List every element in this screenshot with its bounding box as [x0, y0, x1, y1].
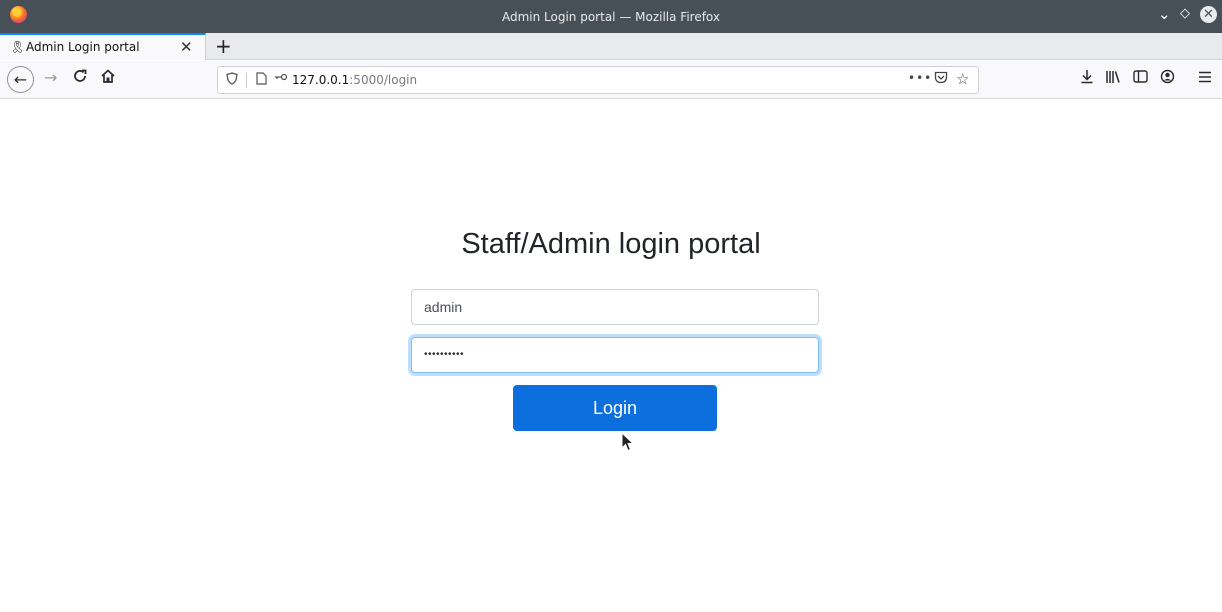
url-separator: [246, 73, 247, 88]
password-input[interactable]: ••••••••••: [411, 337, 819, 373]
menu-icon[interactable]: [1198, 69, 1212, 87]
url-text[interactable]: 127.0.0.1:5000/login: [292, 73, 417, 87]
sidebar-icon[interactable]: [1133, 69, 1148, 87]
new-tab-button[interactable]: +: [215, 36, 232, 56]
page-title: Staff/Admin login portal: [461, 228, 761, 260]
url-bar[interactable]: 127.0.0.1:5000/login ••• ☆: [217, 66, 979, 94]
shield-icon[interactable]: [226, 72, 238, 88]
library-icon[interactable]: [1105, 70, 1121, 88]
home-icon: [101, 69, 115, 83]
url-host: 127.0.0.1: [292, 73, 350, 87]
login-button[interactable]: Login: [513, 385, 717, 431]
page-actions-icon[interactable]: •••: [908, 71, 932, 85]
home-button[interactable]: [100, 68, 116, 88]
navigation-toolbar: ← → 127.0.0.1:5000/login ••• ☆: [0, 61, 1222, 99]
account-icon[interactable]: [1160, 69, 1175, 88]
forward-button[interactable]: →: [44, 68, 57, 87]
back-button[interactable]: ←: [7, 66, 34, 93]
maximize-icon[interactable]: ◇: [1180, 6, 1190, 22]
pocket-icon[interactable]: [934, 71, 948, 88]
username-input[interactable]: admin: [411, 289, 819, 325]
tab-close-icon[interactable]: ✕: [180, 38, 193, 56]
cursor-icon: [621, 432, 635, 452]
download-icon[interactable]: [1080, 69, 1094, 88]
window-title: Admin Login portal — Mozilla Firefox: [501, 10, 721, 24]
url-path: :5000/login: [349, 73, 418, 87]
tab-admin-login[interactable]: 🎗 Admin Login portal ✕: [0, 33, 206, 60]
star-icon[interactable]: ☆: [956, 70, 969, 88]
window-titlebar: Admin Login portal — Mozilla Firefox ⌄ ◇…: [0, 0, 1222, 33]
close-window-icon[interactable]: ✕: [1200, 6, 1217, 23]
tab-strip: 🎗 Admin Login portal ✕: [0, 33, 1222, 60]
reload-icon: [74, 69, 87, 82]
reload-button[interactable]: [72, 68, 88, 88]
minimize-icon[interactable]: ⌄: [1158, 6, 1171, 22]
page-icon[interactable]: [256, 72, 267, 88]
tab-favicon: 🎗: [10, 40, 26, 54]
tab-label: Admin Login portal: [26, 40, 140, 54]
key-icon[interactable]: [274, 71, 288, 85]
